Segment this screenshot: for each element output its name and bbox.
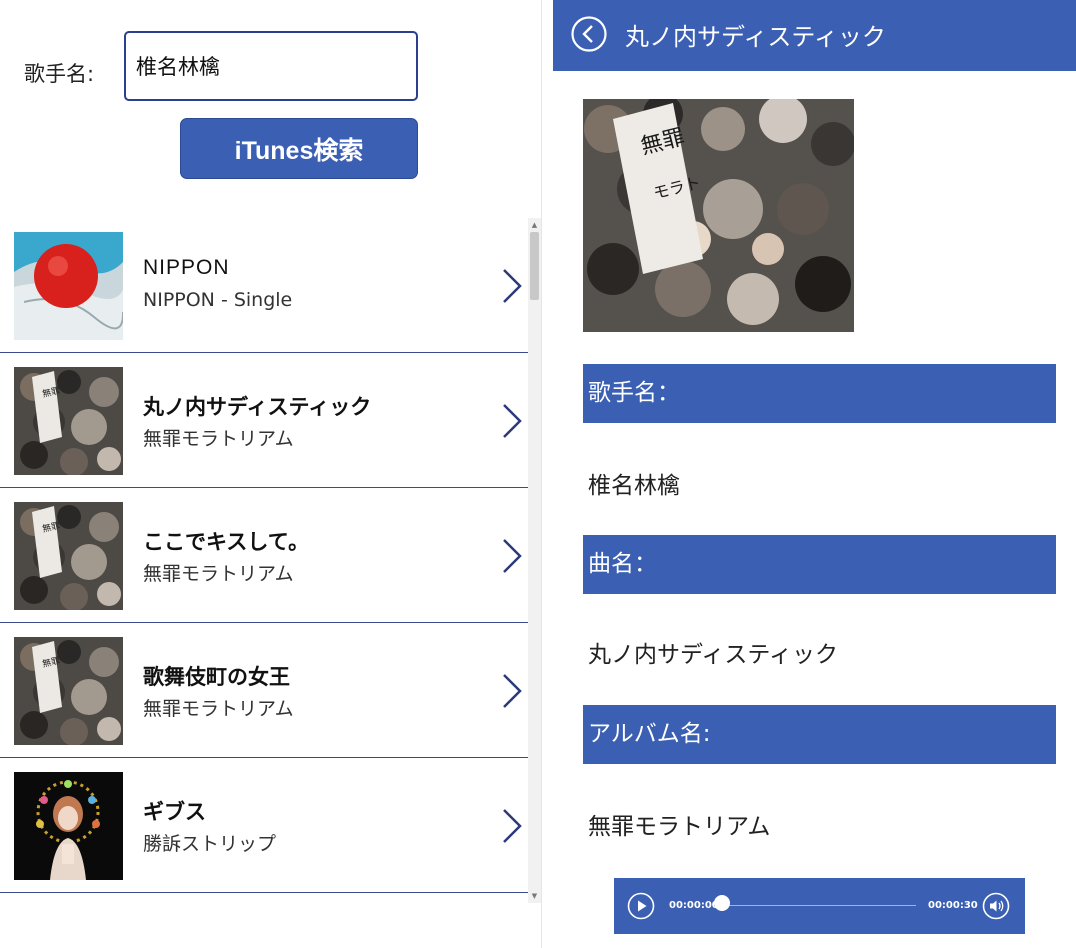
album-name: 無罪モラトリアム <box>143 428 294 450</box>
progress-knob[interactable] <box>714 895 730 911</box>
album-name: 勝訴ストリップ <box>143 833 277 855</box>
current-time: 00:00:00 <box>669 900 719 911</box>
album-thumbnail: 無罪 <box>14 367 123 475</box>
album-name: 無罪モラトリアム <box>143 563 294 585</box>
artist-search-input[interactable] <box>124 31 418 101</box>
song-title: NIPPON <box>143 256 230 279</box>
album-thumbnail <box>14 232 123 340</box>
volume-icon[interactable] <box>982 892 1010 920</box>
chevron-right-icon[interactable] <box>498 536 526 576</box>
song-title: 歌舞伎町の女王 <box>143 665 290 689</box>
search-pane: 歌手名: iTunes検索 NIPPON NIPPON - Single <box>0 0 541 948</box>
scroll-up-arrow-icon[interactable]: ▲ <box>530 220 539 230</box>
scrollbar-thumb[interactable] <box>530 232 539 300</box>
album-name: 無罪モラトリアム <box>143 698 294 720</box>
album-artwork: 無罪 モラト <box>583 99 854 332</box>
album-thumbnail: 無罪 <box>14 502 123 610</box>
song-title: ギブス <box>143 800 206 824</box>
chevron-right-icon[interactable] <box>498 266 526 306</box>
list-item[interactable]: 無罪 歌舞伎町の女王 無罪モラトリアム <box>0 623 528 758</box>
audio-player: 00:00:00 00:00:30 <box>614 878 1025 934</box>
artist-field-label: 歌手名： <box>583 364 1056 423</box>
album-thumbnail: 無罪 <box>14 637 123 745</box>
song-field-label: 曲名： <box>583 535 1056 594</box>
song-title: 丸ノ内サディスティック <box>143 395 372 419</box>
song-field-value: 丸ノ内サディスティック <box>588 642 839 668</box>
progress-track[interactable] <box>718 905 916 906</box>
list-scrollbar[interactable]: ▲ ▼ <box>528 218 541 903</box>
list-item[interactable]: ギブス 勝訴ストリップ <box>0 758 528 893</box>
artist-label: 歌手名: <box>24 62 95 86</box>
album-thumbnail <box>14 772 123 880</box>
list-item[interactable]: NIPPON NIPPON - Single <box>0 218 528 353</box>
scroll-down-arrow-icon[interactable]: ▼ <box>530 891 539 901</box>
pane-divider <box>541 0 552 948</box>
results-list: NIPPON NIPPON - Single 無罪 丸ノ内サディスティック 無罪… <box>0 218 528 903</box>
back-arrow-icon[interactable] <box>570 15 608 53</box>
itunes-search-button[interactable]: iTunes検索 <box>180 118 418 179</box>
detail-pane: 丸ノ内サディスティック 無罪 モラト 歌手名： 椎名林檎 曲名： 丸ノ内サディス… <box>553 0 1076 948</box>
list-item[interactable]: 無罪 ここでキスして。 無罪モラトリアム <box>0 488 528 623</box>
chevron-right-icon[interactable] <box>498 806 526 846</box>
album-field-value: 無罪モラトリアム <box>588 814 771 840</box>
header-title: 丸ノ内サディスティック <box>625 23 886 51</box>
album-name: NIPPON - Single <box>143 289 293 311</box>
album-field-label: アルバム名: <box>583 705 1056 764</box>
artist-field-value: 椎名林檎 <box>588 473 680 499</box>
total-time: 00:00:30 <box>928 900 978 911</box>
list-item[interactable]: 無罪 丸ノ内サディスティック 無罪モラトリアム <box>0 353 528 488</box>
detail-header: 丸ノ内サディスティック <box>553 0 1076 71</box>
chevron-right-icon[interactable] <box>498 401 526 441</box>
song-title: ここでキスして。 <box>143 530 310 554</box>
chevron-right-icon[interactable] <box>498 671 526 711</box>
play-icon[interactable] <box>627 892 655 920</box>
